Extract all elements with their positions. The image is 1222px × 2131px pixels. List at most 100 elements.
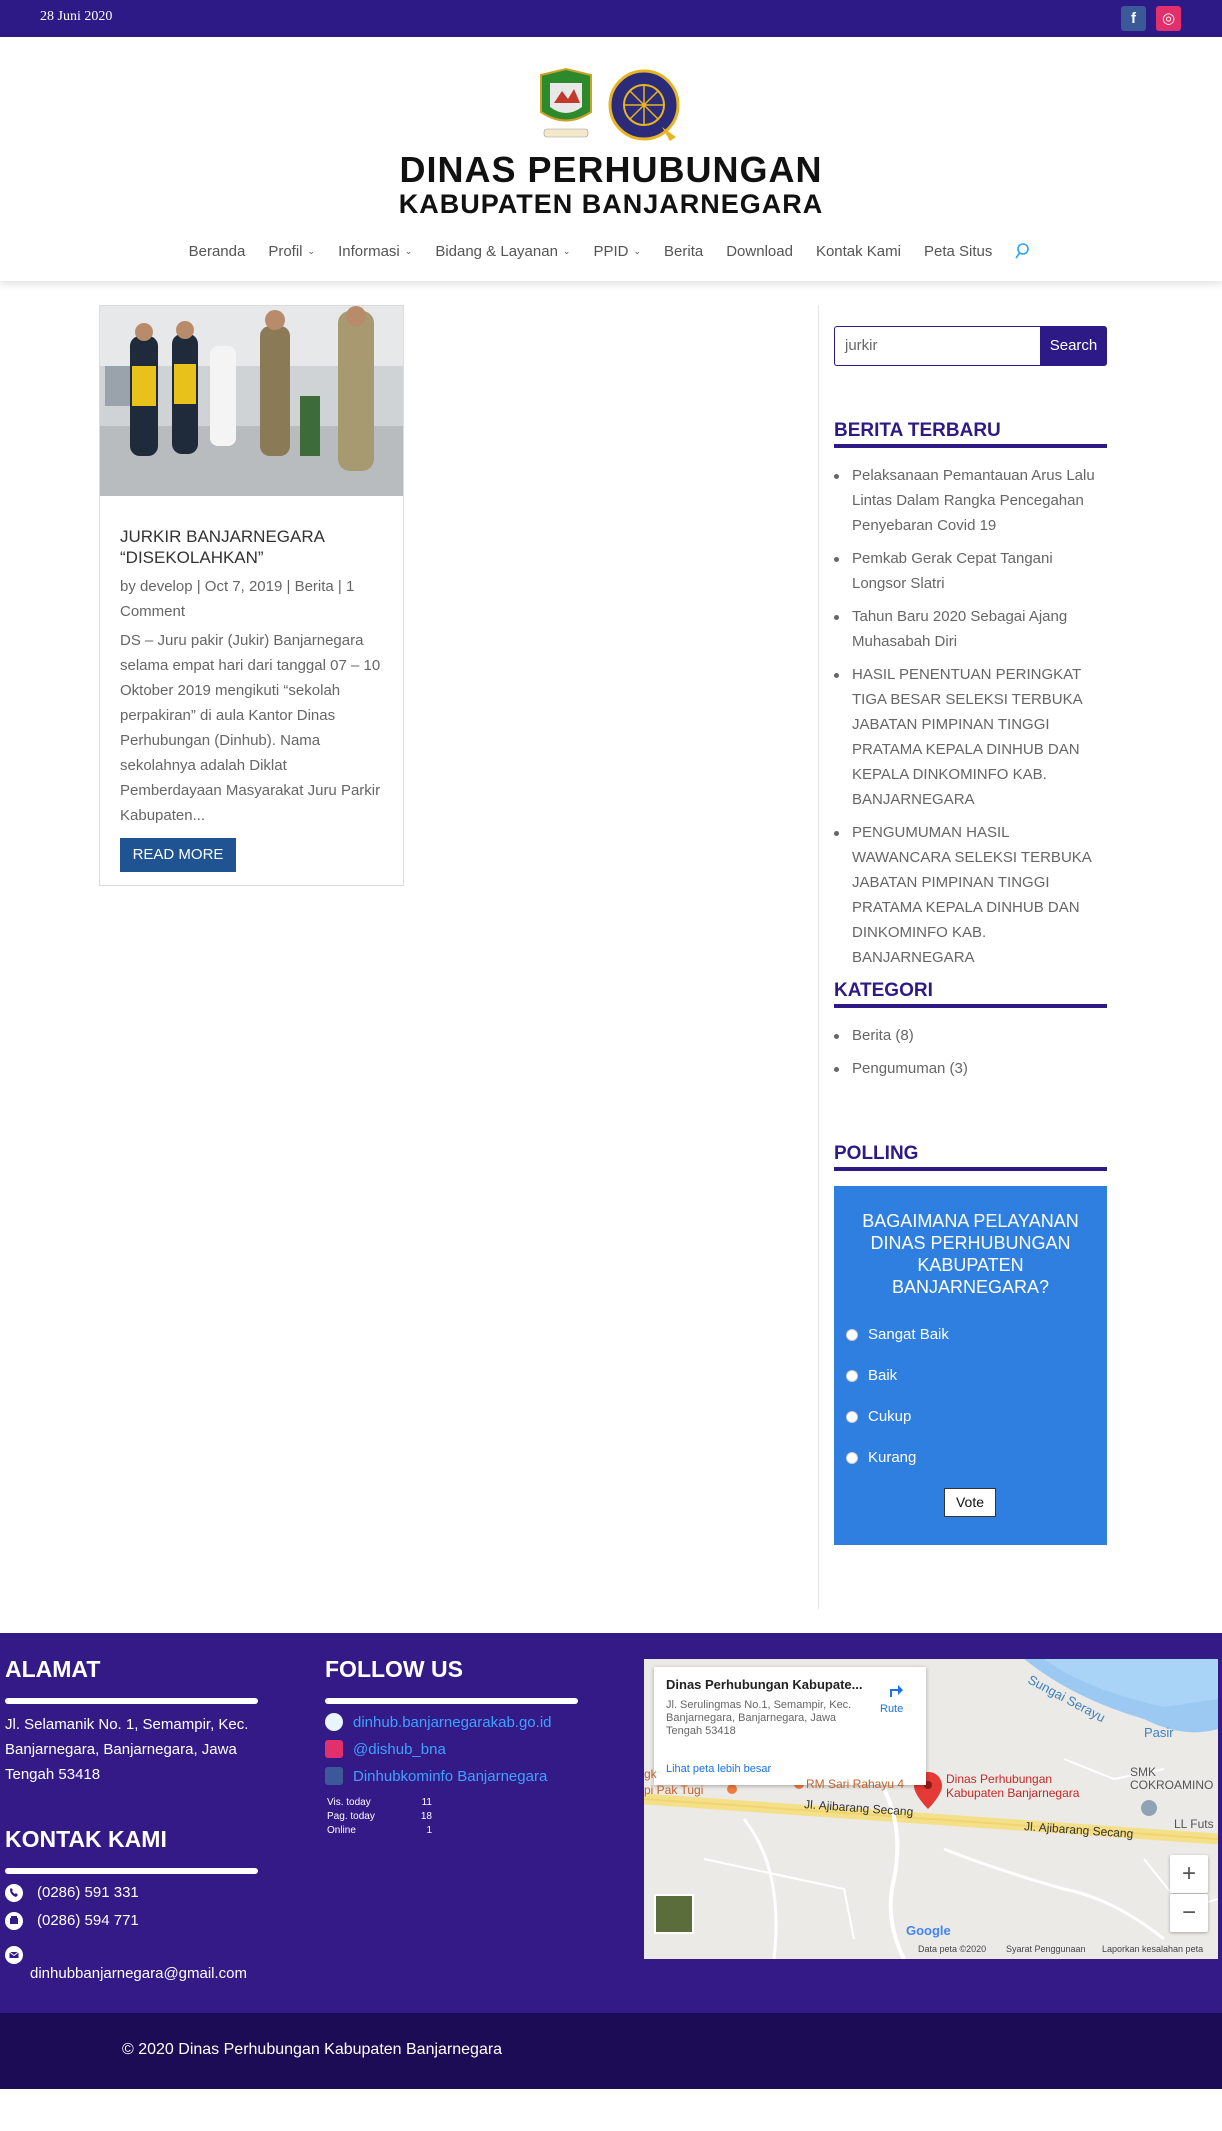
- kategori-title: KATEGORI: [834, 980, 1107, 1008]
- nav-item-peta-situs[interactable]: Peta Situs: [924, 242, 992, 260]
- post-meta: by develop | Oct 7, 2019 | Berita | 1 Co…: [120, 578, 355, 620]
- map-label: gk: [644, 1767, 657, 1781]
- list-item[interactable]: Tahun Baru 2020 Sebagai Ajang Muhasabah …: [834, 604, 1107, 654]
- phone-icon: [5, 1883, 23, 1902]
- site-subtitle: KABUPATEN BANJARNEGARA: [398, 189, 824, 219]
- site-header: DINAS PERHUBUNGAN KABUPATEN BANJARNEGARA…: [0, 37, 1222, 281]
- nav-item-download[interactable]: Download: [726, 242, 793, 260]
- berita-terbaru-title: BERITA TERBARU: [834, 420, 1107, 448]
- copyright: © 2020 Dinas Perhubungan Kabupaten Banja…: [122, 2041, 503, 2058]
- read-more-button[interactable]: READ MORE: [120, 838, 236, 872]
- map-label: pi Pak Tugi: [644, 1783, 704, 1797]
- sidebar-divider: [818, 305, 819, 1609]
- footer-bottom-bar: © 2020 Dinas Perhubungan Kabupaten Banja…: [0, 2013, 1222, 2089]
- top-bar: 28 Juni 2020 f ◎: [0, 0, 1222, 37]
- nav-item-berita[interactable]: Berita: [664, 242, 703, 260]
- list-item[interactable]: Pengumuman (3): [834, 1056, 1107, 1081]
- chevron-down-icon: ⌄: [404, 245, 413, 256]
- google-logo: Google: [906, 1923, 951, 1938]
- list-item[interactable]: PENGUMUMAN HASIL WAWANCARA SELEKSI TERBU…: [834, 820, 1107, 970]
- map-place-card: Dinas Perhubungan Kabupate... Jl. Seruli…: [654, 1667, 926, 1785]
- poll-option[interactable]: Cukup: [846, 1408, 911, 1425]
- instagram-icon: [325, 1740, 343, 1758]
- phone-number[interactable]: (0286) 591 331: [37, 1880, 139, 1905]
- map-place-address: Jl. Serulingmas No.1, Semampir, Kec. Ban…: [666, 1699, 852, 1737]
- instagram-link[interactable]: @dishub_bna: [325, 1740, 446, 1758]
- directions-link[interactable]: Rute: [880, 1703, 903, 1715]
- map-label: Dinas Perhubungan: [946, 1772, 1053, 1786]
- nav-item-profil[interactable]: Profil ⌄: [268, 242, 315, 260]
- berita-terbaru-list: Pelaksanaan Pemantauan Arus Lalu Lintas …: [834, 463, 1107, 978]
- map-label: LL Futs: [1174, 1817, 1214, 1831]
- current-date: 28 Juni 2020: [40, 9, 113, 24]
- stat-row: Pag. today 18: [327, 1811, 432, 1822]
- stat-row: Online 1: [327, 1825, 432, 1836]
- radio-button[interactable]: [846, 1369, 858, 1382]
- poll-option[interactable]: Sangat Baik: [846, 1326, 949, 1343]
- chevron-down-icon: ⌄: [633, 245, 642, 256]
- nav-item-ppid[interactable]: PPID ⌄: [593, 242, 641, 260]
- nav-item-informasi[interactable]: Informasi ⌄: [338, 242, 412, 260]
- email-row: [5, 1946, 23, 1972]
- website-link[interactable]: dinhub.banjarnegarakab.go.id: [325, 1713, 552, 1731]
- email-address[interactable]: dinhubbanjarnegara@gmail.com: [30, 1961, 247, 1986]
- poll-option[interactable]: Baik: [846, 1367, 897, 1384]
- map-place-name: Dinas Perhubungan Kabupate...: [666, 1677, 863, 1692]
- polling-title: POLLING: [834, 1143, 1107, 1171]
- footer-divider: [5, 1698, 258, 1704]
- fax-row: (0286) 594 771: [5, 1908, 139, 1933]
- fax-number[interactable]: (0286) 594 771: [37, 1908, 139, 1933]
- footer-divider: [5, 1868, 258, 1874]
- list-item[interactable]: Pemkab Gerak Cepat Tangani Longsor Slatr…: [834, 546, 1107, 596]
- map-label: SMK: [1130, 1765, 1157, 1779]
- list-item[interactable]: HASIL PENENTUAN PERINGKAT TIGA BESAR SEL…: [834, 662, 1107, 812]
- map-label: RM Sari Rahayu 4: [806, 1777, 905, 1791]
- nav-item-bidang-layanan[interactable]: Bidang & Layanan ⌄: [435, 242, 570, 260]
- post-card: JURKIR BANJARNEGARA “DISEKOLAHKAN” by de…: [99, 305, 404, 886]
- vote-button[interactable]: Vote: [944, 1488, 996, 1517]
- radio-button[interactable]: [846, 1328, 858, 1341]
- fax-icon: [5, 1911, 23, 1930]
- site-title: DINAS PERHUBUNGAN: [399, 149, 823, 190]
- list-item[interactable]: Berita (8): [834, 1023, 1107, 1048]
- site-logo[interactable]: [536, 67, 686, 147]
- map-label: COKROAMINO: [1130, 1778, 1214, 1792]
- list-item[interactable]: Pelaksanaan Pemantauan Arus Lalu Lintas …: [834, 463, 1107, 538]
- nav-item-kontak-kami[interactable]: Kontak Kami: [816, 242, 901, 260]
- email-icon: [5, 1946, 23, 1964]
- map-footer-data: Data peta ©2020: [918, 1944, 987, 1954]
- map-terms-link[interactable]: Syarat Penggunaan: [1006, 1944, 1086, 1954]
- main-nav: Beranda Profil ⌄ Informasi ⌄ Bidang & Laya…: [0, 242, 1222, 260]
- alamat-title: ALAMAT: [5, 1656, 101, 1682]
- kontak-kami-title: KONTAK KAMI: [5, 1826, 167, 1852]
- facebook-link[interactable]: Dinhubkominfo Banjarnegara: [325, 1767, 547, 1785]
- nav-item-beranda[interactable]: Beranda: [189, 242, 246, 260]
- radio-button[interactable]: [846, 1410, 858, 1423]
- globe-icon: [325, 1713, 343, 1731]
- zoom-in-button[interactable]: +: [1170, 1855, 1208, 1893]
- facebook-icon[interactable]: f: [1121, 6, 1146, 31]
- post-title[interactable]: JURKIR BANJARNEGARA “DISEKOLAHKAN”: [120, 526, 390, 568]
- chevron-down-icon: ⌄: [562, 245, 571, 256]
- regency-emblem-icon: [540, 67, 592, 138]
- footer-address: Jl. Selamanik No. 1, Semampir, Kec. Banj…: [5, 1716, 249, 1783]
- poll-option[interactable]: Kurang: [846, 1449, 916, 1466]
- facebook-icon: [325, 1767, 343, 1785]
- map-report-link[interactable]: Laporkan kesalahan peta: [1102, 1944, 1203, 1954]
- zoom-out-button[interactable]: −: [1170, 1894, 1208, 1932]
- search-button[interactable]: Search: [1040, 326, 1107, 366]
- map-label: Kabupaten Banjarnegara: [946, 1786, 1080, 1800]
- post-excerpt: DS – Juru pakir (Jukir) Banjarnegara sel…: [120, 632, 381, 824]
- instagram-icon[interactable]: ◎: [1156, 6, 1181, 31]
- map-larger-link[interactable]: Lihat peta lebih besar: [666, 1763, 771, 1775]
- search-icon[interactable]: [1015, 242, 1033, 260]
- location-map[interactable]: Dinas Perhubungan Kabupate... Jl. Seruli…: [644, 1659, 1218, 1959]
- phone-row: (0286) 591 331: [5, 1880, 139, 1905]
- poll-widget: BAGAIMANA PELAYANAN DINAS PERHUBUNGAN KA…: [834, 1186, 1107, 1545]
- poll-question: BAGAIMANA PELAYANAN DINAS PERHUBUNGAN KA…: [862, 1211, 1079, 1297]
- stat-row: Vis. today 11: [327, 1797, 432, 1808]
- radio-button[interactable]: [846, 1451, 858, 1464]
- directions-icon[interactable]: [884, 1679, 906, 1701]
- search-input[interactable]: jurkir: [834, 326, 1040, 366]
- post-image[interactable]: [100, 306, 403, 496]
